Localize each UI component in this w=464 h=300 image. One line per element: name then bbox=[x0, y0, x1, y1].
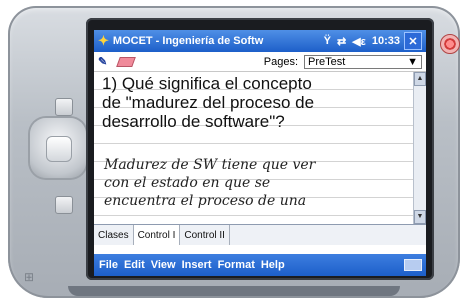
pages-select[interactable]: PreTest ▼ bbox=[304, 54, 422, 69]
power-button[interactable] bbox=[440, 34, 460, 54]
speaker-icon[interactable]: ◀ε bbox=[352, 35, 366, 48]
handwritten-answer: Madurez de SW tiene que ver con el estad… bbox=[104, 156, 407, 210]
notes-content: 1) Qué significa el concepto de "madurez… bbox=[94, 72, 426, 224]
title-bar: ✦ MOCET - Ingeniería de Softw Ÿ ⇄ ◀ε 10:… bbox=[94, 30, 426, 52]
dpad[interactable] bbox=[30, 118, 86, 178]
status-area: Ÿ ⇄ ◀ε 10:33 bbox=[324, 35, 400, 48]
scroll-up-icon[interactable]: ▲ bbox=[414, 72, 426, 86]
menu-bar: File Edit View Insert Format Help bbox=[94, 254, 426, 276]
note-page[interactable]: 1) Qué significa el concepto de "madurez… bbox=[94, 72, 413, 224]
pages-label: Pages: bbox=[263, 55, 298, 68]
tab-control-i[interactable]: Control I bbox=[133, 225, 181, 245]
menu-view[interactable]: View bbox=[150, 259, 177, 271]
app-title: MOCET - Ingeniería de Softw bbox=[112, 35, 264, 47]
hardware-key-top[interactable] bbox=[55, 98, 73, 116]
menu-file[interactable]: File bbox=[98, 259, 119, 271]
device-screen: ✦ MOCET - Ingeniería de Softw Ÿ ⇄ ◀ε 10:… bbox=[94, 30, 426, 276]
antenna-icon[interactable]: Ÿ bbox=[324, 35, 331, 47]
question-line: desarrollo de software"? bbox=[102, 112, 285, 131]
question-line: de "madurez del proceso de bbox=[102, 93, 315, 112]
tab-control-ii[interactable]: Control II bbox=[180, 225, 230, 245]
menu-format[interactable]: Format bbox=[217, 259, 256, 271]
windows-flag-icon[interactable]: ✦ bbox=[98, 33, 109, 49]
menu-help[interactable]: Help bbox=[260, 259, 286, 271]
answer-line: con el estado en que se bbox=[104, 175, 271, 191]
sync-arrows-icon[interactable]: ⇄ bbox=[337, 35, 346, 48]
menu-edit[interactable]: Edit bbox=[123, 259, 146, 271]
pen-icon[interactable]: ✎ bbox=[98, 55, 112, 68]
keyboard-icon[interactable] bbox=[404, 259, 422, 271]
menu-insert[interactable]: Insert bbox=[181, 259, 213, 271]
toolbar: ✎ Pages: PreTest ▼ bbox=[94, 52, 426, 72]
answer-line: encuentra el proceso de una bbox=[104, 193, 307, 209]
pages-select-value: PreTest bbox=[308, 55, 346, 68]
vertical-scrollbar[interactable]: ▲ ▼ bbox=[413, 72, 426, 224]
dropdown-arrow-icon: ▼ bbox=[407, 55, 418, 68]
close-icon[interactable]: ✕ bbox=[404, 32, 422, 50]
eraser-icon[interactable] bbox=[116, 56, 136, 67]
scroll-down-icon[interactable]: ▼ bbox=[414, 210, 426, 224]
clock[interactable]: 10:33 bbox=[372, 35, 400, 47]
windows-logo-icon: ⊞ bbox=[24, 270, 35, 284]
question-line: 1) Qué significa el concepto bbox=[102, 74, 312, 93]
section-tabs: Clases Control I Control II bbox=[94, 224, 426, 245]
hardware-key-bottom[interactable] bbox=[55, 196, 73, 214]
dpad-center-button[interactable] bbox=[46, 136, 72, 162]
tab-clases[interactable]: Clases bbox=[94, 225, 134, 245]
answer-line: Madurez de SW tiene que ver bbox=[104, 157, 316, 173]
question-text: 1) Qué significa el concepto de "madurez… bbox=[102, 74, 407, 131]
